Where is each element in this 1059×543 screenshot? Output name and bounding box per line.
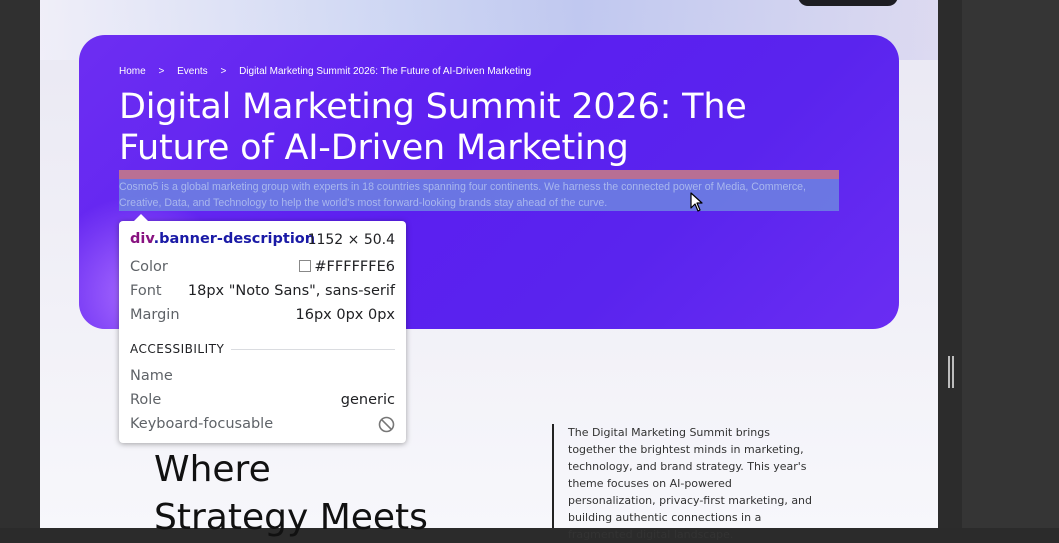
right-gutter xyxy=(938,0,962,528)
banner-description: Cosmo5 is a global marketing group with … xyxy=(119,181,806,209)
mouse-cursor-icon xyxy=(690,192,703,212)
font-value: 18px "Noto Sans", sans-serif xyxy=(187,283,395,299)
breadcrumb-separator: > xyxy=(220,66,227,77)
inspector-tooltip: div.banner-description 1152 × 50.4 Color… xyxy=(119,214,406,443)
breadcrumb-events[interactable]: Events xyxy=(177,66,208,77)
page-title: Digital Marketing Summit 2026: The Futur… xyxy=(119,87,747,168)
summit-intro-text: The Digital Marketing Summit brings toge… xyxy=(568,426,813,541)
breadcrumb: Home > Events > Digital Marketing Summit… xyxy=(119,66,541,77)
devtools-panel-edge xyxy=(962,0,1059,528)
resize-handle[interactable] xyxy=(948,356,954,388)
color-swatch-icon xyxy=(299,260,312,272)
role-row: Role generic xyxy=(130,392,395,412)
element-tag: div xyxy=(130,231,154,247)
browser-viewport: Home > Events > Digital Marketing Summit… xyxy=(0,0,1059,541)
margin-label: Margin xyxy=(130,307,180,323)
left-gutter xyxy=(0,0,40,528)
section-heading-line: Where xyxy=(154,449,271,490)
color-value: #FFFFFFE6 xyxy=(314,259,395,275)
vertical-divider xyxy=(552,424,554,528)
tooltip-header: div.banner-description 1152 × 50.4 xyxy=(130,231,395,251)
element-size: 1152 × 50.4 xyxy=(307,232,395,248)
accessibility-heading: ACCESSIBILITY xyxy=(130,342,225,356)
focusable-label: Keyboard-focusable xyxy=(130,416,274,432)
header-cta-button[interactable] xyxy=(798,0,898,6)
section-heading-line: Strategy Meets xyxy=(154,497,428,538)
name-label: Name xyxy=(130,368,173,384)
color-row: Color #FFFFFFE6 xyxy=(130,259,395,279)
font-row: Font 18px "Noto Sans", sans-serif xyxy=(130,283,395,303)
focusable-row: Keyboard-focusable xyxy=(130,416,395,436)
margin-value: 16px 0px 0px xyxy=(295,307,395,323)
element-class: .banner-description xyxy=(153,231,316,247)
role-value: generic xyxy=(340,392,395,408)
inspector-margin-highlight xyxy=(119,170,839,179)
site-logo[interactable] xyxy=(118,0,154,2)
tooltip-arrow xyxy=(133,214,149,222)
name-row: Name xyxy=(130,368,395,388)
element-selector: div.banner-description xyxy=(130,231,315,247)
color-label: Color xyxy=(130,259,168,275)
breadcrumb-current: Digital Marketing Summit 2026: The Futur… xyxy=(239,66,532,77)
font-label: Font xyxy=(130,283,162,299)
section-divider xyxy=(231,349,395,350)
color-value-wrap: #FFFFFFE6 xyxy=(299,259,395,275)
role-label: Role xyxy=(130,392,162,408)
breadcrumb-home[interactable]: Home xyxy=(119,66,146,77)
not-focusable-icon xyxy=(378,416,395,433)
margin-row: Margin 16px 0px 0px xyxy=(130,307,395,327)
breadcrumb-separator: > xyxy=(158,66,165,77)
